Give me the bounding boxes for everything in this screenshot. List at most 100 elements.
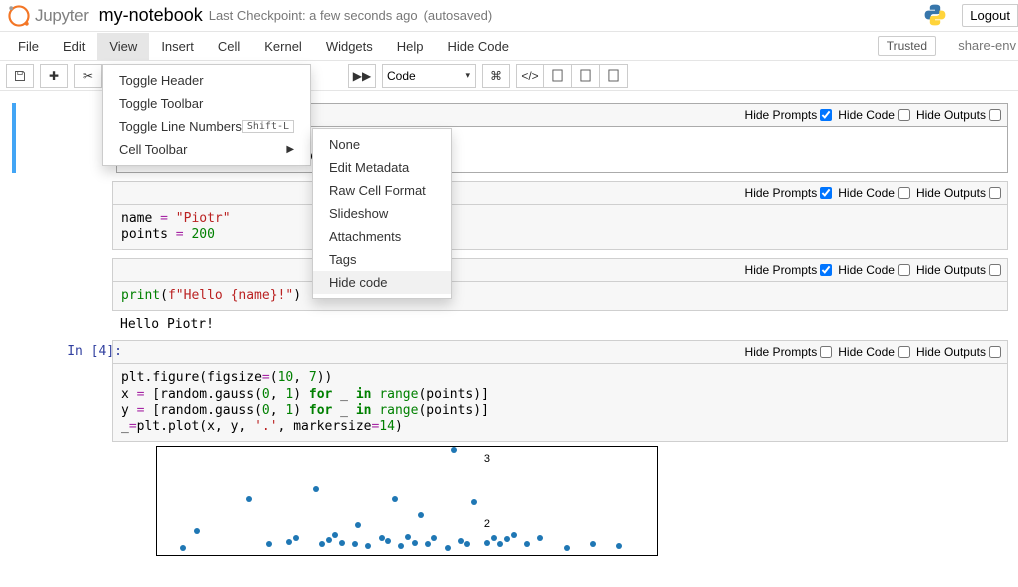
ct-slideshow[interactable]: Slideshow (313, 202, 451, 225)
add-cell-button[interactable]: ✚ (40, 64, 68, 88)
doc-icon-2[interactable] (572, 64, 600, 88)
scatter-point (425, 541, 431, 547)
scatter-point (194, 528, 200, 534)
hide-prompts-toggle[interactable]: Hide Prompts (745, 345, 833, 359)
cell-toolbar-row: Hide Prompts Hide Code Hide Outputs (112, 340, 1008, 363)
submenu-arrow-icon: ▶ (286, 144, 294, 155)
scatter-point (504, 536, 510, 542)
hide-outputs-toggle[interactable]: Hide Outputs (916, 263, 1001, 277)
menu-kernel[interactable]: Kernel (252, 33, 314, 60)
toggle-header-item[interactable]: Toggle Header (103, 69, 310, 92)
scatter-point (293, 535, 299, 541)
code-input[interactable]: print(f"Hello {name}!") (112, 281, 1008, 311)
scatter-point (431, 535, 437, 541)
menu-widgets[interactable]: Widgets (314, 33, 385, 60)
ct-raw-cell-format[interactable]: Raw Cell Format (313, 179, 451, 202)
scatter-point (405, 534, 411, 540)
cell-prompt: In [4]: (30, 344, 130, 359)
celltype-select[interactable]: Code (382, 64, 476, 88)
jupyter-logo-text: Jupyter (35, 6, 89, 26)
menu-hide-code[interactable]: Hide Code (436, 33, 521, 60)
hide-code-toggle[interactable]: Hide Code (838, 345, 910, 359)
scatter-point (537, 535, 543, 541)
doc-icon-3[interactable] (600, 64, 628, 88)
menu-cell[interactable]: Cell (206, 33, 252, 60)
hide-code-toggle[interactable]: Hide Code (838, 186, 910, 200)
scatter-point (511, 532, 517, 538)
scatter-point (246, 496, 252, 502)
hide-outputs-toggle[interactable]: Hide Outputs (916, 186, 1001, 200)
ct-attachments[interactable]: Attachments (313, 225, 451, 248)
code-cell-3[interactable]: Hide Prompts Hide Code Hide Outputs prin… (12, 258, 1008, 338)
ct-hide-code[interactable]: Hide code (313, 271, 451, 294)
ct-edit-metadata[interactable]: Edit Metadata (313, 156, 451, 179)
scatter-point (392, 496, 398, 502)
ct-none[interactable]: None (313, 133, 451, 156)
scatter-point (497, 541, 503, 547)
menu-help[interactable]: Help (385, 33, 436, 60)
menu-edit[interactable]: Edit (51, 33, 97, 60)
code-input[interactable]: name = "Piotr" points = 200 (112, 204, 1008, 251)
cell-toolbar-row: Hide Prompts Hide Code Hide Outputs (112, 181, 1008, 204)
hide-outputs-toggle[interactable]: Hide Outputs (916, 345, 1001, 359)
scatter-point (286, 539, 292, 545)
hide-outputs-toggle[interactable]: Hide Outputs (916, 108, 1001, 122)
scatter-point (445, 545, 451, 551)
hide-code-toggle[interactable]: Hide Code (838, 263, 910, 277)
hide-prompts-toggle[interactable]: Hide Prompts (745, 263, 833, 277)
notebook-header: Jupyter my-notebook Last Checkpoint: a f… (0, 0, 1018, 32)
autosaved-text: (autosaved) (424, 8, 493, 23)
scatter-point (464, 541, 470, 547)
menu-file[interactable]: File (6, 33, 51, 60)
ct-tags[interactable]: Tags (313, 248, 451, 271)
logout-button[interactable]: Logout (962, 4, 1018, 27)
jupyter-logo[interactable]: Jupyter (6, 3, 89, 29)
cut-button[interactable]: ✂ (74, 64, 102, 88)
menubar: File Edit View Insert Cell Kernel Widget… (0, 32, 1018, 61)
scatter-point (590, 541, 596, 547)
notebook-name[interactable]: my-notebook (99, 5, 203, 26)
code-cell-4[interactable]: In [4]: Hide Prompts Hide Code Hide Outp… (12, 340, 1008, 442)
scatter-point (339, 540, 345, 546)
scatter-point (418, 512, 424, 518)
scatter-point (332, 532, 338, 538)
cell-toolbar-row: Hide Prompts Hide Code Hide Outputs (112, 258, 1008, 281)
restart-ff-button[interactable]: ▶▶ (348, 64, 376, 88)
scatter-point (379, 535, 385, 541)
scatter-point (266, 541, 272, 547)
menu-insert[interactable]: Insert (149, 33, 206, 60)
scatter-point (564, 545, 570, 551)
scatter-point (458, 538, 464, 544)
scatter-point (326, 537, 332, 543)
cell-toolbar-submenu: None Edit Metadata Raw Cell Format Slide… (312, 128, 452, 299)
code-input[interactable]: plt.figure(figsize=(10, 7)) x = [random.… (112, 363, 1008, 442)
scatter-point (385, 538, 391, 544)
scatter-plot-output: 3 2 (112, 446, 998, 556)
save-button[interactable] (6, 64, 34, 88)
scatter-point (319, 541, 325, 547)
scatter-point (616, 543, 622, 549)
trusted-indicator[interactable]: Trusted (878, 36, 936, 56)
hide-prompts-toggle[interactable]: Hide Prompts (745, 108, 833, 122)
hide-prompts-toggle[interactable]: Hide Prompts (745, 186, 833, 200)
scatter-point (398, 543, 404, 549)
command-palette-button[interactable]: ⌘ (482, 64, 510, 88)
scatter-point (412, 540, 418, 546)
scatter-point (180, 545, 186, 551)
kernel-name[interactable]: share-env (958, 38, 1018, 53)
checkpoint-text: Last Checkpoint: a few seconds ago (209, 8, 418, 23)
toggle-line-numbers-item[interactable]: Toggle Line NumbersShift-L (103, 115, 310, 138)
scatter-point (365, 543, 371, 549)
scatter-point (451, 447, 457, 453)
scatter-point (491, 535, 497, 541)
view-dropdown: Toggle Header Toggle Toolbar Toggle Line… (102, 64, 311, 166)
cell-toolbar-item[interactable]: Cell Toolbar▶ (103, 138, 310, 161)
code-tag-icon[interactable]: </> (516, 64, 544, 88)
hide-code-toggle[interactable]: Hide Code (838, 108, 910, 122)
python-icon (922, 2, 948, 28)
menu-view[interactable]: View (97, 33, 149, 60)
doc-icon-1[interactable] (544, 64, 572, 88)
code-cell-2[interactable]: Hide Prompts Hide Code Hide Outputs name… (12, 181, 1008, 251)
cell-output: Hello Piotr! (112, 311, 1008, 338)
toggle-toolbar-item[interactable]: Toggle Toolbar (103, 92, 310, 115)
